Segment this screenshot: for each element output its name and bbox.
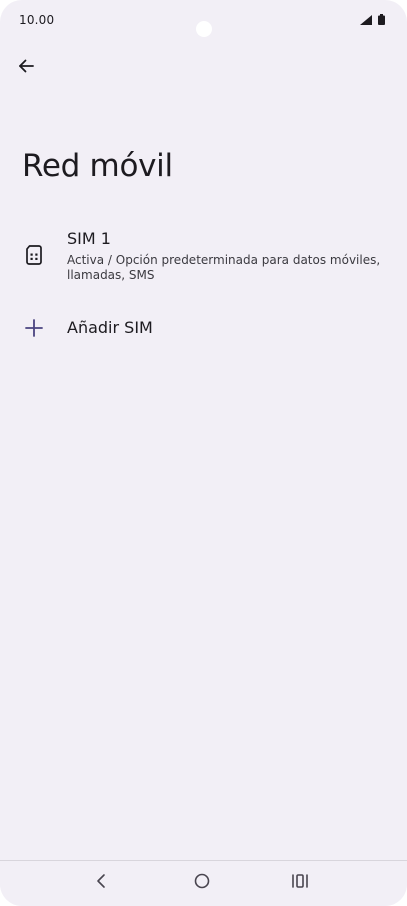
arrow-back-icon xyxy=(17,57,35,79)
battery-icon xyxy=(378,14,385,25)
signal-icon xyxy=(360,14,372,25)
camera-cutout xyxy=(196,21,212,37)
nav-recents-button[interactable] xyxy=(288,871,312,895)
add-sim-label: Añadir SIM xyxy=(67,318,153,337)
nav-back-icon xyxy=(95,873,109,893)
status-bar: 10.00 xyxy=(0,0,407,42)
sim-1-item[interactable]: SIM 1 Activa / Opción predeterminada par… xyxy=(0,224,407,290)
nav-back-button[interactable] xyxy=(90,871,114,895)
back-button[interactable] xyxy=(12,54,40,82)
plus-icon xyxy=(24,318,44,338)
add-sim-item[interactable]: Añadir SIM xyxy=(0,310,407,346)
sim-1-title: SIM 1 xyxy=(67,229,111,248)
status-time: 10.00 xyxy=(19,13,55,27)
screen: 10.00 Red móvil SIM 1 Activa / Opción pr… xyxy=(0,0,407,906)
sim-1-summary: Activa / Opción predeterminada para dato… xyxy=(67,253,381,282)
sim-1-text: SIM 1 Activa / Opción predeterminada par… xyxy=(67,229,393,283)
page-title: Red móvil xyxy=(22,148,173,184)
sim-card-icon xyxy=(24,244,44,266)
nav-home-icon xyxy=(193,872,211,894)
status-icons xyxy=(360,14,385,25)
nav-recents-icon xyxy=(291,873,309,893)
navigation-bar xyxy=(0,860,407,906)
nav-home-button[interactable] xyxy=(190,871,214,895)
